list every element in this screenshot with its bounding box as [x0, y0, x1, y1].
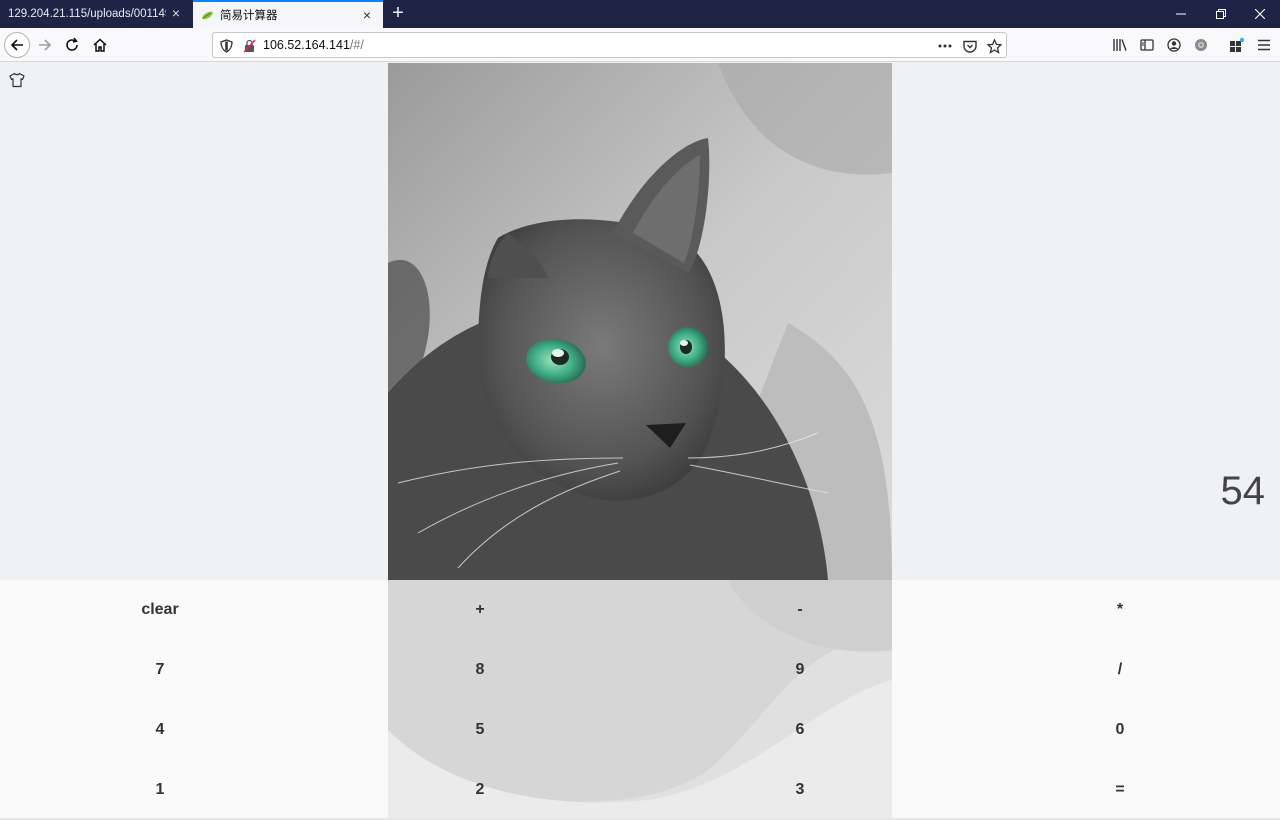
tracking-shield-icon[interactable]	[218, 38, 234, 54]
url-text[interactable]: 106.52.164.141/#/	[263, 38, 364, 52]
minimize-icon[interactable]	[1161, 0, 1201, 28]
account-icon[interactable]	[1162, 33, 1186, 57]
key-clear-button[interactable]: clear	[0, 580, 320, 640]
extension-globe-icon[interactable]	[1189, 33, 1213, 57]
tab-bar: 129.204.21.115/uploads/001149 × 简易计算器 × …	[0, 0, 1280, 28]
navigation-toolbar: 106.52.164.141/#/	[0, 28, 1280, 62]
insecure-lock-icon[interactable]	[241, 38, 257, 54]
key-3-button[interactable]: 3	[640, 760, 960, 820]
key-multiply-button[interactable]: *	[960, 580, 1280, 640]
reload-icon[interactable]	[60, 33, 84, 57]
key-2-button[interactable]: 2	[320, 760, 640, 820]
key-1-button[interactable]: 1	[0, 760, 320, 820]
restore-icon[interactable]	[1201, 0, 1241, 28]
key-minus-button[interactable]: -	[640, 580, 960, 640]
close-tab-icon[interactable]: ×	[169, 6, 183, 20]
key-8-button[interactable]: 8	[320, 640, 640, 700]
forward-arrow-icon[interactable]	[33, 33, 57, 57]
tab-title: 简易计算器	[220, 10, 278, 22]
tab-title: 129.204.21.115/uploads/001149	[8, 8, 166, 20]
leaf-favicon-icon	[202, 11, 213, 19]
url-host: 106.52.164.141	[263, 38, 350, 52]
close-tab-icon[interactable]: ×	[360, 8, 374, 22]
page-actions-icon[interactable]	[937, 38, 953, 54]
sidebar-icon[interactable]	[1135, 33, 1159, 57]
key-equals-button[interactable]: =	[960, 760, 1280, 820]
key-6-button[interactable]: 6	[640, 700, 960, 760]
key-7-button[interactable]: 7	[0, 640, 320, 700]
library-icon[interactable]	[1108, 33, 1132, 57]
back-arrow-icon[interactable]	[4, 32, 30, 58]
pocket-icon[interactable]	[962, 38, 978, 54]
menu-icon[interactable]	[1252, 33, 1276, 57]
key-divide-button[interactable]: /	[960, 640, 1280, 700]
bookmark-star-icon[interactable]	[986, 38, 1002, 54]
tab-calculator[interactable]: 简易计算器 ×	[193, 0, 383, 28]
url-bar[interactable]: 106.52.164.141/#/	[212, 32, 1007, 58]
keypad: clear + - * 7 8 9/ 4 5 6 0 1 2 3 =	[0, 580, 1280, 820]
new-tab-icon[interactable]: +	[390, 3, 406, 24]
calculator-page: 54 clear + - * 7 8 9/ 4 5 6 0 1 2 3 =	[0, 63, 1280, 820]
home-icon[interactable]	[88, 33, 112, 57]
tab-uploads[interactable]: 129.204.21.115/uploads/001149 ×	[0, 0, 192, 28]
key-grid: clear + - * 7 8 9/ 4 5 6 0 1 2 3 =	[0, 580, 1280, 820]
key-4-button[interactable]: 4	[0, 700, 320, 760]
cat-photo	[388, 63, 892, 580]
calculator-display: 54	[1220, 469, 1266, 513]
key-9-button[interactable]: 9	[640, 640, 960, 700]
url-path: /#/	[349, 38, 364, 52]
key-5-button[interactable]: 5	[320, 700, 640, 760]
extensions-icon[interactable]	[1225, 33, 1249, 57]
key-0-button[interactable]: 0	[960, 700, 1280, 760]
tshirt-icon[interactable]	[9, 72, 25, 88]
close-window-icon[interactable]	[1240, 0, 1280, 28]
key-plus-button[interactable]: +	[320, 580, 640, 640]
